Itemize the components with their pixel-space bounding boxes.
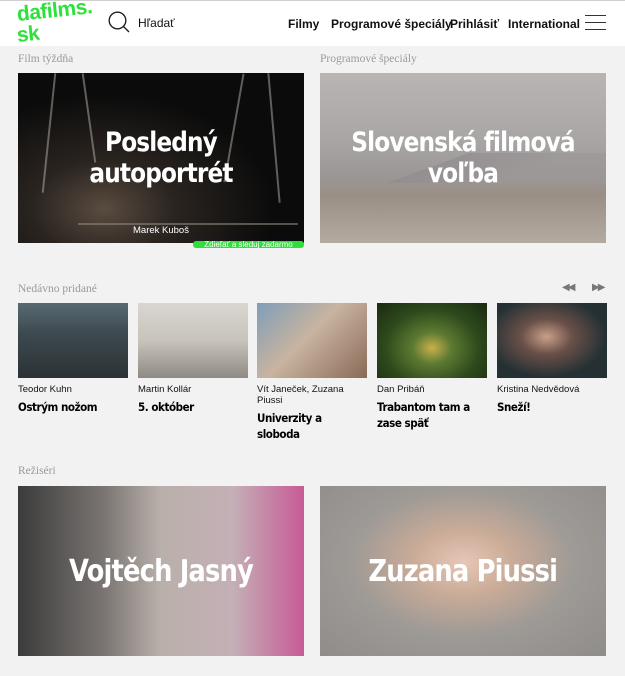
nav-films[interactable]: Filmy (288, 17, 319, 31)
film-item[interactable]: Vít Janeček, Zuzana Piussi Univerzity a … (257, 303, 367, 442)
film-thumbnail[interactable] (18, 303, 128, 378)
film-of-week-title: Posledný autoportrét (89, 127, 233, 189)
search-icon[interactable] (108, 11, 130, 33)
film-title[interactable]: Ostrým nožom (18, 399, 117, 415)
recently-added-label: Nedávno pridané (18, 283, 97, 295)
film-director[interactable]: Martin Kollár (138, 384, 248, 395)
film-director[interactable]: Dan Pribáň (377, 384, 487, 395)
film-thumbnail[interactable] (257, 303, 367, 378)
film-thumbnail[interactable] (138, 303, 248, 378)
search-label[interactable]: Hľadať (138, 16, 175, 30)
film-director[interactable]: Teodor Kuhn (18, 384, 128, 395)
program-specials-label: Programové špeciály (320, 53, 417, 65)
film-item[interactable]: Martin Kollár 5. október (138, 303, 248, 415)
film-thumbnail[interactable] (497, 303, 607, 378)
film-item[interactable]: Dan Pribáň Trabantom tam a zase späť (377, 303, 487, 431)
hamburger-menu-icon[interactable] (585, 15, 606, 31)
top-header: dafilms. sk Hľadať Filmy Programové špec… (0, 0, 625, 48)
director-name: Vojtěch Jasný (69, 553, 254, 589)
film-title[interactable]: 5. október (138, 399, 237, 415)
film-thumbnail[interactable] (377, 303, 487, 378)
directors-label: Režiséri (18, 465, 56, 477)
director-name: Zuzana Piussi (368, 553, 559, 589)
director-card[interactable]: Vojtěch Jasný (18, 486, 304, 656)
film-title[interactable]: Sneží! (497, 399, 596, 415)
carousel-next-icon[interactable]: ▶▶ (592, 282, 605, 293)
film-title[interactable]: Univerzity a sloboda (257, 410, 356, 442)
nav-international[interactable]: International (508, 17, 580, 31)
film-director[interactable]: Kristina Nedvědová (497, 384, 607, 395)
film-of-week-label: Film týždňa (18, 53, 74, 65)
program-special-title: Slovenská filmová voľba (351, 127, 575, 189)
program-special-card[interactable]: Slovenská filmová voľba (320, 73, 606, 243)
nav-login[interactable]: Prihlásiť (450, 17, 499, 31)
logo-line2: sk (15, 21, 41, 47)
director-card[interactable]: Zuzana Piussi (320, 486, 606, 656)
film-of-week-author: Marek Kuboš (133, 225, 189, 236)
film-title[interactable]: Trabantom tam a zase späť (377, 399, 476, 431)
film-director[interactable]: Vít Janeček, Zuzana Piussi (257, 384, 367, 406)
film-item[interactable]: Teodor Kuhn Ostrým nožom (18, 303, 128, 415)
dafilms-logo[interactable]: dafilms. sk (15, 0, 97, 48)
carousel-prev-icon[interactable]: ◀◀ (562, 282, 575, 293)
film-item[interactable]: Kristina Nedvědová Sneží! (497, 303, 607, 415)
film-of-week-card[interactable]: Posledný autoportrét Marek Kuboš (18, 73, 304, 243)
nav-program-specials[interactable]: Programové špeciály (331, 17, 452, 31)
watch-free-badge[interactable]: Zdieľať a sleduj zadarmo (193, 241, 304, 248)
